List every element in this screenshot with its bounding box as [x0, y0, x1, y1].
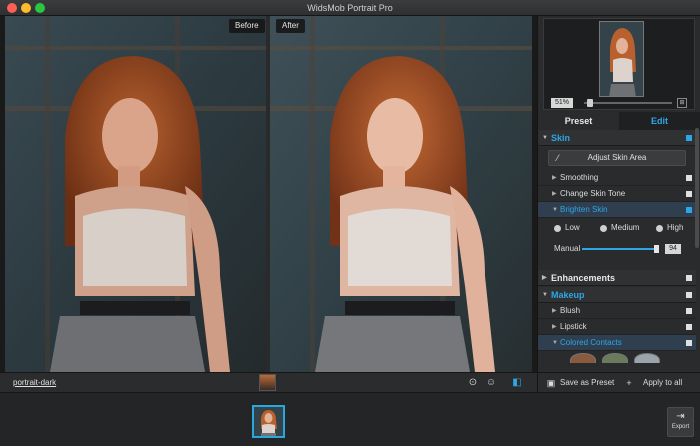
change-skin-tone-checkbox[interactable]: [686, 191, 692, 197]
smoothing-checkbox[interactable]: [686, 175, 692, 181]
apply-to-all-button[interactable]: Apply to all: [643, 376, 682, 390]
face-detect-icon[interactable]: ⊙: [467, 377, 479, 389]
current-image-thumbnail[interactable]: [259, 374, 276, 391]
skin-enable-checkbox[interactable]: [686, 135, 692, 141]
navigator-preview[interactable]: 51% ⊞: [543, 18, 695, 110]
export-label: Export: [671, 424, 690, 430]
lens-swatch-hazel[interactable]: [602, 353, 628, 363]
expanded-triangle-icon: ▼: [552, 340, 558, 346]
skin-item-brighten-skin[interactable]: ▼ Brighten Skin: [538, 202, 696, 218]
brighten-skin-label: Brighten Skin: [560, 205, 608, 214]
after-photo[interactable]: [270, 16, 532, 372]
lens-swatch-brown[interactable]: [570, 353, 596, 363]
skin-item-smoothing[interactable]: ▶ Smoothing: [538, 170, 696, 186]
export-button[interactable]: ⇥ Export: [667, 407, 694, 437]
smoothing-label: Smoothing: [560, 173, 599, 182]
blush-label: Blush: [560, 306, 581, 315]
makeup-item-blush[interactable]: ▶ Blush: [538, 303, 696, 319]
enhancements-section-header[interactable]: ▶ Enhancements: [538, 270, 696, 286]
before-photo[interactable]: [5, 16, 267, 372]
contact-lens-swatches: [538, 351, 696, 363]
skin-section-label: Skin: [551, 133, 571, 143]
radio-medium-label: Medium: [611, 223, 640, 232]
makeup-section: ▼ Makeup ▶ Blush ▶ Lipstick ▼ Colored Co…: [538, 287, 696, 363]
blush-checkbox[interactable]: [686, 308, 692, 314]
filmstrip-thumbnail-selected[interactable]: [252, 405, 285, 438]
manual-slider-thumb[interactable]: [654, 245, 659, 253]
expanded-triangle-icon: ▼: [542, 292, 548, 298]
navigator-thumbnail[interactable]: [599, 21, 644, 97]
makeup-item-colored-contacts[interactable]: ▼ Colored Contacts: [538, 335, 696, 351]
save-preset-icon: ▣: [546, 378, 556, 388]
tab-edit[interactable]: Edit: [619, 112, 700, 130]
expanded-triangle-icon: ▼: [542, 135, 548, 141]
adjust-skin-area-label: Adjust Skin Area: [587, 153, 647, 162]
brush-icon: ⁄: [557, 153, 559, 163]
enhancements-label: Enhancements: [551, 273, 616, 283]
split-view-icon[interactable]: ◧: [511, 377, 523, 389]
collapsed-triangle-icon: ▶: [552, 175, 557, 181]
panel-tabs: Preset Edit: [538, 112, 700, 130]
before-label: Before: [229, 19, 265, 33]
radio-high[interactable]: [656, 225, 663, 232]
enhancements-checkbox[interactable]: [686, 275, 692, 281]
makeup-item-lipstick[interactable]: ▶ Lipstick: [538, 319, 696, 335]
expanded-triangle-icon: ▼: [552, 207, 558, 213]
collapsed-triangle-icon: ▶: [552, 308, 557, 314]
export-icon: ⇥: [676, 411, 685, 422]
viewer-toolbar: portrait-dark ⊙ ☺ ◧: [0, 372, 537, 392]
filmstrip: ⇥ Export: [0, 392, 700, 446]
radio-high-label: High: [667, 223, 684, 232]
zoom-fit-icon[interactable]: ⊞: [677, 98, 687, 108]
edit-panel: 51% ⊞ Preset Edit ▼ Skin ⁄ Adjust Skin A…: [537, 16, 700, 392]
image-canvas[interactable]: Before After: [0, 16, 537, 372]
radio-medium[interactable]: [600, 225, 607, 232]
tab-preset[interactable]: Preset: [538, 112, 619, 130]
makeup-section-header[interactable]: ▼ Makeup: [538, 287, 696, 303]
makeup-label: Makeup: [551, 290, 585, 300]
radio-low-label: Low: [565, 223, 580, 232]
manual-slider-track[interactable]: [582, 248, 656, 250]
makeup-checkbox[interactable]: [686, 292, 692, 298]
enhancements-section: ▶ Enhancements: [538, 270, 696, 286]
skin-section: ▼ Skin ⁄ Adjust Skin Area ▶ Smoothing ▶ …: [538, 130, 696, 258]
change-skin-tone-label: Change Skin Tone: [560, 189, 626, 198]
colored-contacts-checkbox[interactable]: [686, 340, 692, 346]
zoom-slider-track[interactable]: [584, 102, 672, 104]
lipstick-label: Lipstick: [560, 322, 587, 331]
manual-value[interactable]: 94: [665, 244, 681, 254]
skin-section-header[interactable]: ▼ Skin: [538, 130, 696, 146]
collapsed-triangle-icon: ▶: [542, 275, 547, 281]
colored-contacts-label: Colored Contacts: [560, 338, 622, 347]
manual-label: Manual: [554, 244, 581, 253]
window-title: WidsMob Portrait Pro: [307, 3, 393, 13]
collapsed-triangle-icon: ▶: [552, 324, 557, 330]
title-bar: WidsMob Portrait Pro: [0, 0, 700, 16]
collapsed-triangle-icon: ▶: [552, 191, 557, 197]
manual-slider-row: Manual 94: [538, 240, 696, 258]
zoom-slider-thumb[interactable]: [587, 99, 593, 107]
brighten-level-options: Low Medium High: [538, 218, 696, 240]
plus-icon: +: [626, 378, 632, 388]
radio-low[interactable]: [554, 225, 561, 232]
after-label: After: [276, 19, 305, 33]
smile-face-icon[interactable]: ☺: [485, 377, 497, 389]
zoom-percentage[interactable]: 51%: [551, 98, 573, 108]
panel-scrollbar[interactable]: [695, 128, 699, 248]
lens-swatch-gray[interactable]: [634, 353, 660, 363]
brighten-skin-checkbox[interactable]: [686, 207, 692, 213]
adjust-skin-area-button[interactable]: ⁄ Adjust Skin Area: [548, 150, 686, 166]
lipstick-checkbox[interactable]: [686, 324, 692, 330]
filename-link[interactable]: portrait-dark: [13, 378, 56, 387]
save-as-preset-button[interactable]: Save as Preset: [560, 376, 614, 390]
panel-footer: ▣ Save as Preset + Apply to all: [538, 372, 700, 392]
skin-item-change-skin-tone[interactable]: ▶ Change Skin Tone: [538, 186, 696, 202]
